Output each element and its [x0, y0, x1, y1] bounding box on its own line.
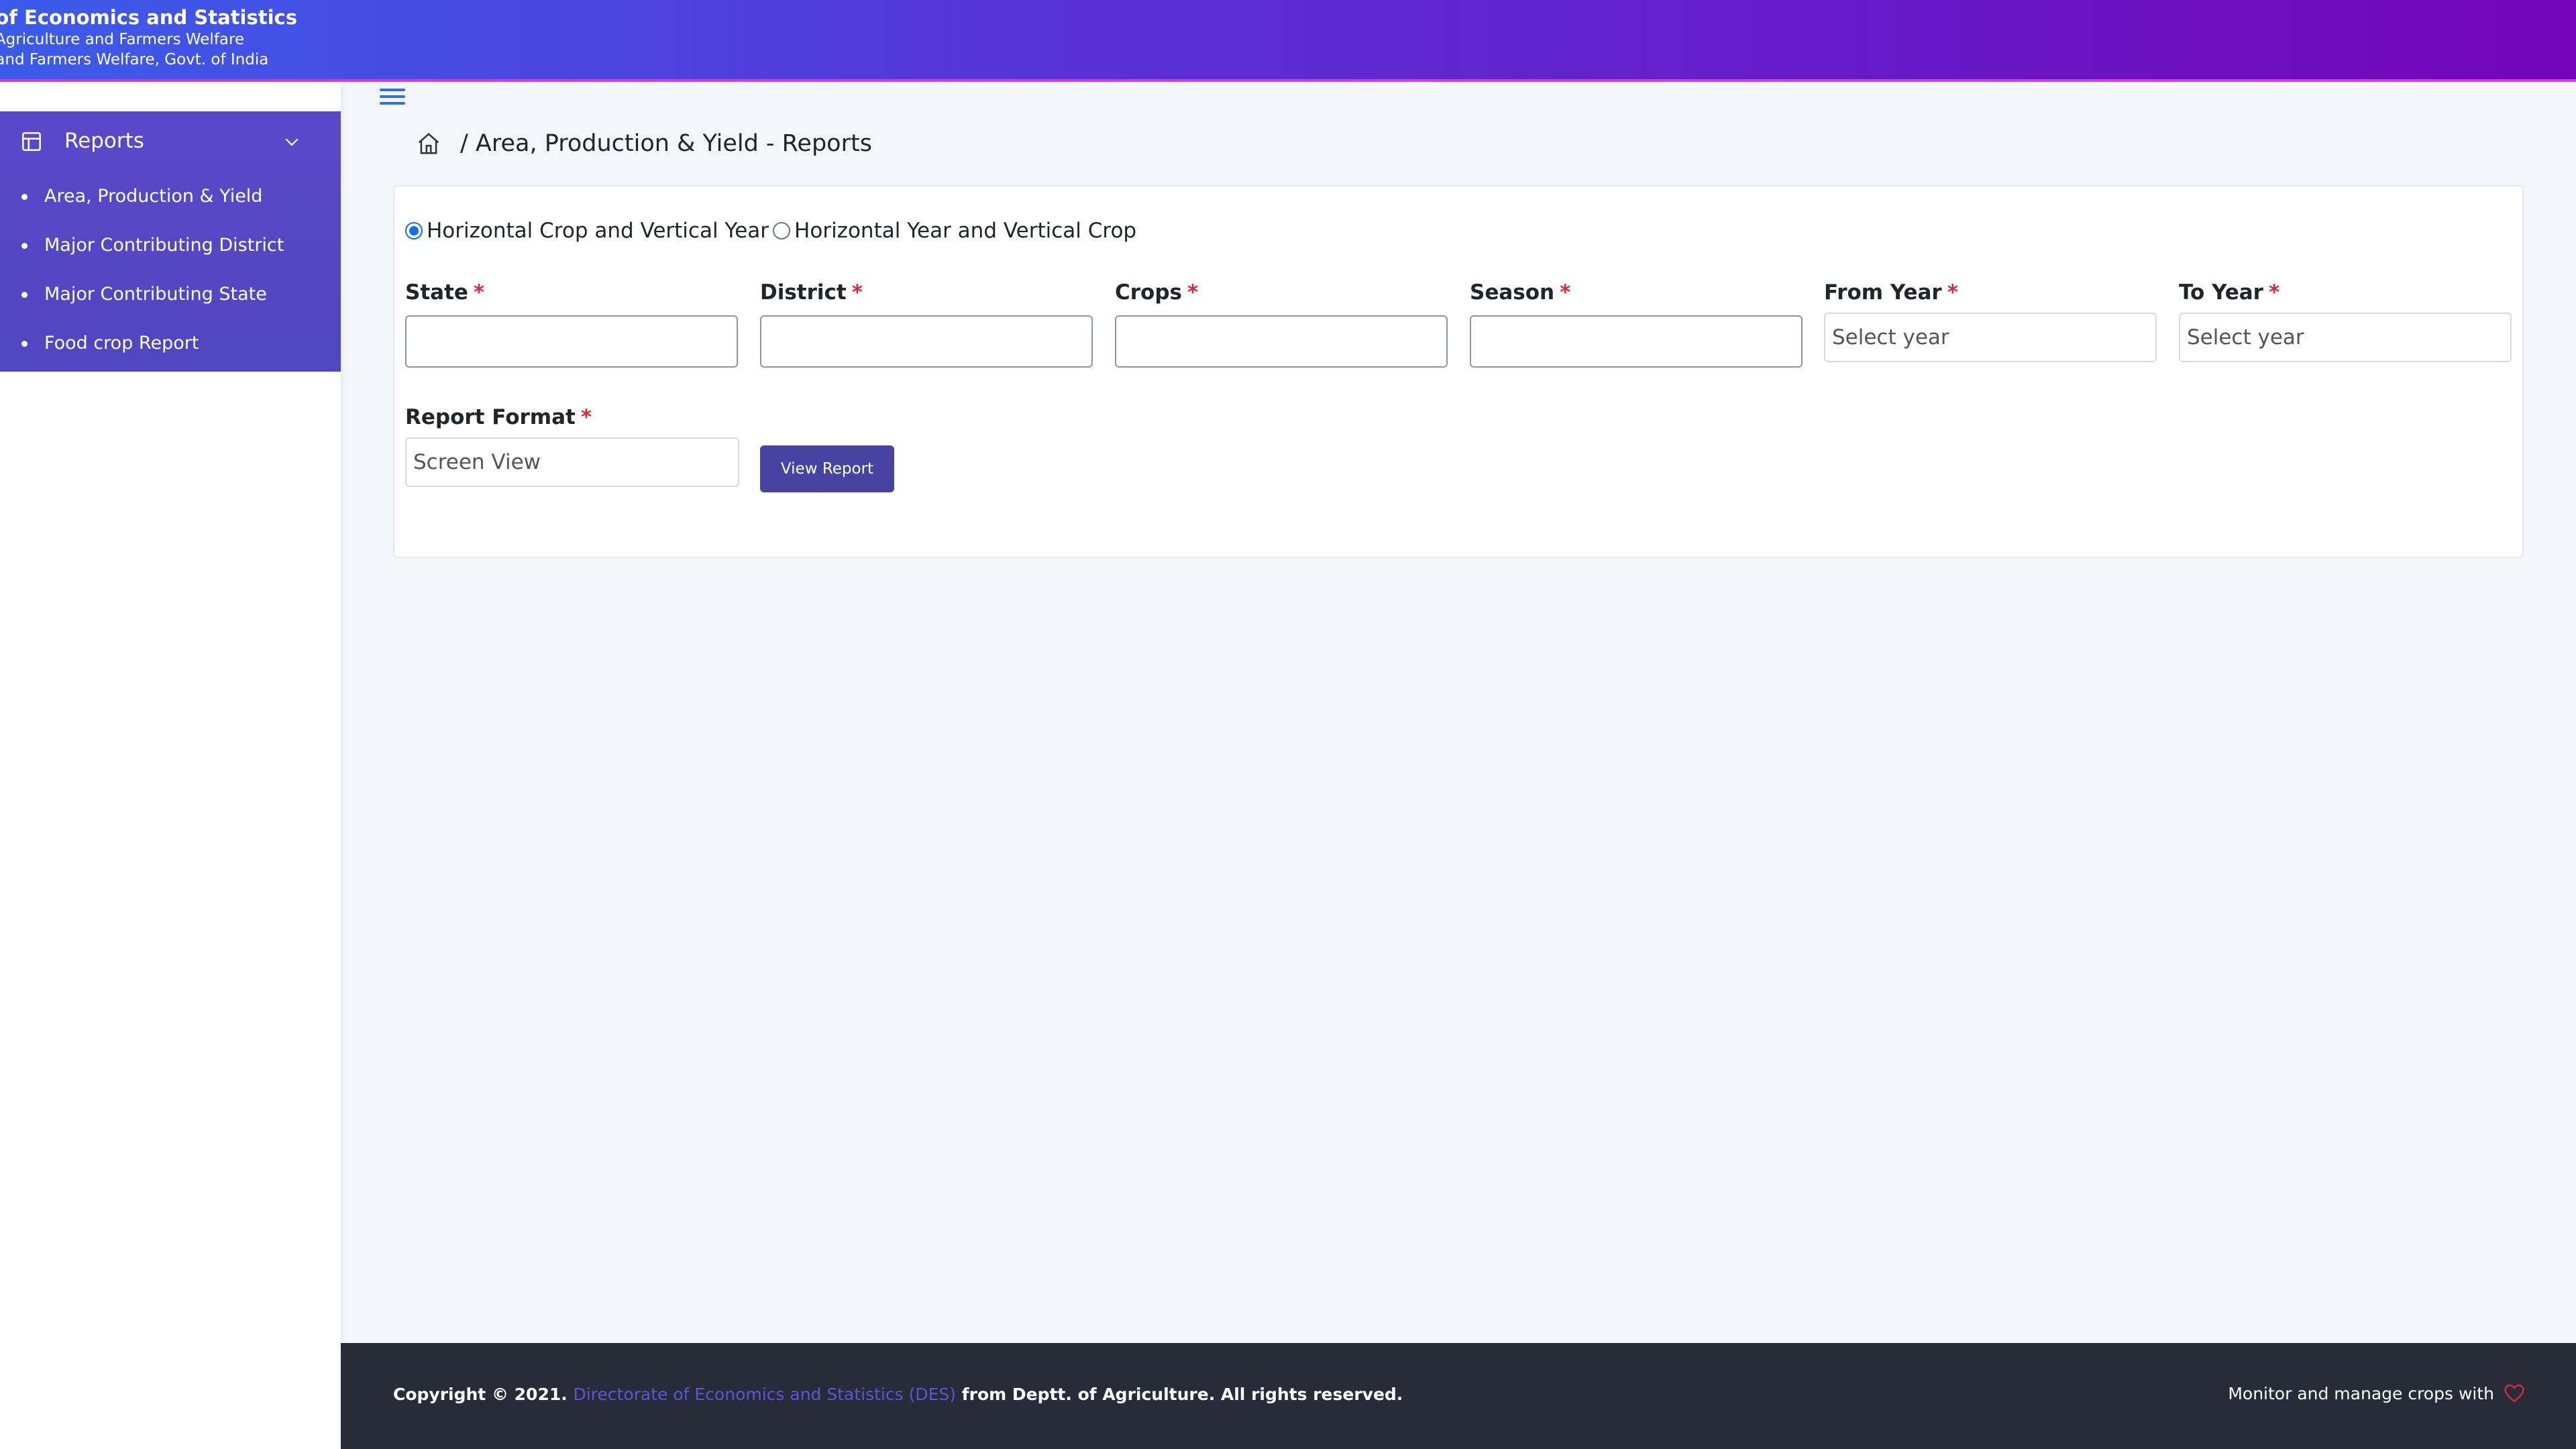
footer-copyright: Copyright © 2021. Directorate of Economi… [393, 1385, 1403, 1404]
state-field: State * [405, 279, 738, 368]
chevron-down-icon[interactable] [282, 131, 302, 152]
field-label: Report Format [405, 405, 576, 429]
district-field: District * [760, 279, 1093, 368]
view-report-button[interactable]: View Report [760, 445, 894, 492]
season-field: Season * [1470, 279, 1803, 368]
orientation-radio-group: Horizontal Crop and Vertical Year Horizo… [405, 219, 1140, 243]
sidebar-item-label: Major Contributing District [44, 235, 284, 256]
sidebar: Reports Area, Production & Yield Major C… [0, 82, 341, 1449]
copyright-prefix: Copyright © 2021. [393, 1385, 568, 1404]
report-format-select[interactable]: Screen View [405, 437, 739, 487]
field-label: District [760, 280, 847, 305]
footer-tagline-block: Monitor and manage crops with [2228, 1383, 2525, 1403]
report-format-field: Report Format * Screen View [405, 404, 739, 487]
breadcrumb-current-page: / Area, Production & Yield - Reports [460, 130, 872, 157]
crops-select[interactable] [1115, 315, 1448, 368]
top-header: orate of Economics and Statistics ment o… [0, 0, 2576, 82]
sidebar-item-major-contributing-state[interactable]: Major Contributing State [0, 270, 341, 319]
home-icon[interactable] [416, 131, 441, 156]
table-layout-icon [21, 131, 42, 152]
required-marker: * [1560, 280, 1571, 305]
district-select[interactable] [760, 315, 1093, 368]
bullet-icon [21, 194, 28, 200]
sidebar-section-label: Reports [64, 129, 144, 153]
required-marker: * [473, 280, 485, 305]
bullet-icon [21, 341, 28, 347]
season-select[interactable] [1470, 315, 1803, 368]
field-label: Crops [1115, 280, 1182, 305]
sidebar-item-label: Area, Production & Yield [44, 186, 263, 207]
header-title-block: orate of Economics and Statistics ment o… [0, 5, 297, 70]
report-filter-card: Horizontal Crop and Vertical Year Horizo… [393, 185, 2524, 558]
radio-label[interactable]: Horizontal Year and Vertical Crop [794, 219, 1136, 243]
sidebar-report-list: Area, Production & Yield Major Contribut… [0, 172, 341, 368]
footer-tagline: Monitor and manage crops with [2228, 1383, 2494, 1403]
required-marker: * [580, 405, 592, 429]
field-label: From Year [1824, 280, 1942, 305]
breadcrumb: / Area, Production & Yield - Reports [416, 123, 872, 164]
crops-field: Crops * [1115, 279, 1448, 368]
to-year-field: To Year * Select year [2179, 279, 2512, 362]
header-title: orate of Economics and Statistics [0, 6, 297, 29]
footer: Copyright © 2021. Directorate of Economi… [341, 1343, 2576, 1449]
header-subtitle: ment of Agriculture and Farmers Welfare [0, 31, 245, 48]
sidebar-section-reports[interactable]: Reports [0, 111, 341, 172]
menu-toggle-icon[interactable] [380, 89, 405, 109]
sidebar-item-label: Major Contributing State [44, 284, 267, 305]
heart-icon [2504, 1384, 2524, 1403]
to-year-select[interactable]: Select year [2179, 313, 2512, 362]
radio-horizontal-crop-vertical-year[interactable] [405, 222, 423, 239]
sidebar-item-major-contributing-district[interactable]: Major Contributing District [0, 221, 341, 270]
required-marker: * [851, 280, 863, 305]
radio-horizontal-year-vertical-crop[interactable] [773, 222, 791, 239]
copyright-suffix: from Deptt. of Agriculture. All rights r… [961, 1385, 1403, 1404]
field-label: Season [1470, 280, 1555, 305]
sidebar-reports-menu: Reports Area, Production & Yield Major C… [0, 111, 341, 372]
header-ministry: of Agriculture and Farmers Welfare, Govt… [0, 51, 269, 68]
required-marker: * [1947, 280, 1958, 305]
required-marker: * [1187, 280, 1199, 305]
sidebar-item-food-crop-report[interactable]: Food crop Report [0, 319, 341, 368]
required-marker: * [2268, 280, 2280, 305]
field-label: To Year [2179, 280, 2263, 305]
radio-label[interactable]: Horizontal Crop and Vertical Year [427, 219, 769, 243]
bullet-icon [21, 292, 28, 298]
from-year-select[interactable]: Select year [1824, 313, 2157, 362]
field-label: State [405, 280, 468, 305]
state-select[interactable] [405, 315, 738, 368]
sidebar-item-label: Food crop Report [44, 333, 199, 354]
bullet-icon [21, 243, 28, 249]
des-link[interactable]: Directorate of Economics and Statistics … [573, 1385, 956, 1404]
sidebar-item-area-production-yield[interactable]: Area, Production & Yield [0, 172, 341, 221]
from-year-field: From Year * Select year [1824, 279, 2157, 362]
